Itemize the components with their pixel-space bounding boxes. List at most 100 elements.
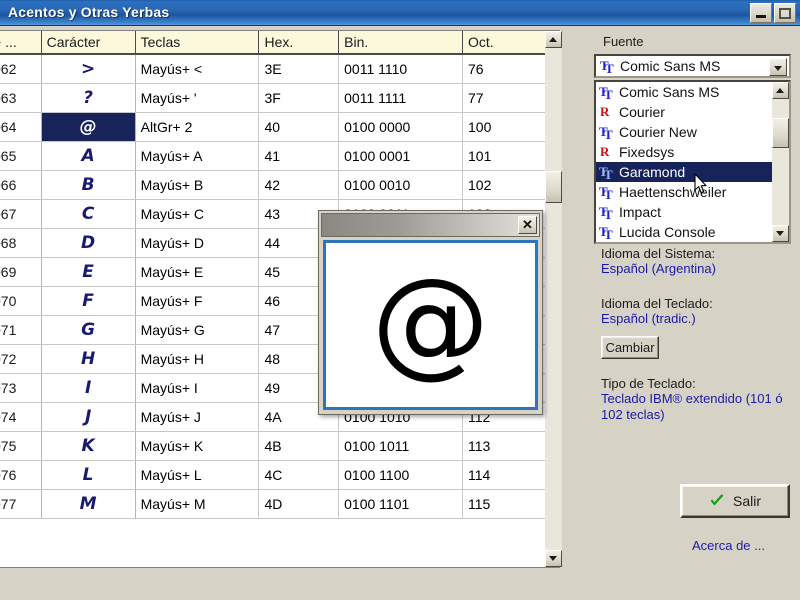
scroll-up-button[interactable]: [545, 31, 562, 48]
font-list-scrollbar[interactable]: [772, 82, 789, 242]
table-row[interactable]: 076LMayús+ L4C0100 1100114: [0, 460, 546, 490]
exit-button[interactable]: Salir: [680, 484, 790, 518]
cell-character: H: [41, 344, 136, 374]
table-row[interactable]: 077MMayús+ M4D0100 1101115: [0, 489, 546, 519]
cell-character: J: [41, 402, 136, 432]
table-row[interactable]: 062>Mayús+ <3E0011 111076: [0, 54, 546, 84]
window-title: Acentos y Otras Yerbas: [8, 4, 170, 20]
cell-keys: Mayús+ H: [135, 344, 260, 374]
table-row[interactable]: 066BMayús+ B420100 0010102: [0, 170, 546, 200]
cell-keys: Mayús+ ': [135, 83, 260, 113]
application-window: Acentos y Otras Yerbas + ... Carácter Te…: [0, 0, 800, 600]
cell-code: 074: [0, 402, 42, 432]
window-titlebar[interactable]: Acentos y Otras Yerbas: [0, 0, 800, 26]
cell-hex: 3E: [258, 54, 340, 84]
cell-keys: Mayús+ B: [135, 170, 260, 200]
truetype-icon: [599, 164, 614, 183]
cell-hex: 42: [258, 170, 340, 200]
font-option-label: Fixedsys: [619, 144, 675, 160]
cell-bin: 0100 0000: [338, 112, 463, 142]
preview-titlebar[interactable]: ✕: [321, 213, 540, 237]
table-header-row: + ... Carácter Teclas Hex. Bin. Oct.: [0, 31, 546, 55]
cell-code: 066: [0, 170, 42, 200]
font-option-label: Courier: [619, 104, 665, 120]
cell-hex: 4B: [258, 431, 340, 461]
font-option-item[interactable]: Lucida Console: [596, 222, 772, 243]
cell-code: 071: [0, 315, 42, 345]
column-header-hex[interactable]: Hex.: [258, 31, 340, 55]
keyboard-language-label: Idioma del Teclado:: [601, 296, 713, 311]
cell-code: 063: [0, 83, 42, 113]
truetype-icon: [599, 224, 614, 243]
font-option-container: Comic Sans MS Courier Courier New Fixedsys G…: [596, 82, 772, 242]
keyboard-type-block: Tipo de Teclado: Teclado IBM® extendido …: [601, 376, 793, 424]
cell-code: 072: [0, 344, 42, 374]
column-header-character[interactable]: Carácter: [41, 31, 136, 55]
cell-code: 069: [0, 257, 42, 287]
cell-code: 076: [0, 460, 42, 490]
chevron-up-icon: [776, 88, 784, 93]
font-dropdown-list[interactable]: Comic Sans MS Courier Courier New Fixedsys G…: [594, 80, 791, 244]
font-list-scroll-down-button[interactable]: [772, 225, 789, 242]
system-language-label: Idioma del Sistema:: [601, 246, 716, 261]
font-option-label: Comic Sans MS: [619, 84, 720, 100]
cell-keys: Mayús+ D: [135, 228, 260, 258]
cell-oct: 100: [462, 112, 546, 142]
font-list-scroll-up-button[interactable]: [772, 82, 789, 99]
font-option-item[interactable]: Haettenschweiler: [596, 182, 772, 203]
font-option-item[interactable]: Garamond: [596, 162, 772, 183]
table-scrollbar[interactable]: [545, 31, 562, 567]
cell-character: E: [41, 257, 136, 287]
cell-code: 070: [0, 286, 42, 316]
cell-oct: 101: [462, 141, 546, 171]
font-option-item[interactable]: Comic Sans MS: [596, 82, 772, 103]
cell-character: I: [41, 373, 136, 403]
font-option-label: Haettenschweiler: [619, 184, 727, 200]
cell-hex: 3F: [258, 83, 340, 113]
table-row[interactable]: 075KMayús+ K4B0100 1011113: [0, 431, 546, 461]
cell-oct: 113: [462, 431, 546, 461]
chevron-down-icon[interactable]: [769, 58, 787, 76]
cell-code: 075: [0, 431, 42, 461]
font-combobox[interactable]: Comic Sans MS: [594, 54, 791, 78]
cell-code: 077: [0, 489, 42, 519]
minimize-button[interactable]: [750, 3, 772, 23]
close-icon[interactable]: ✕: [518, 216, 537, 234]
scroll-down-button[interactable]: [545, 550, 562, 567]
raster-font-icon: [599, 144, 614, 160]
cell-bin: 0011 1110: [338, 54, 463, 84]
font-list-scrollbar-thumb[interactable]: [772, 118, 789, 148]
font-option-label: Impact: [619, 204, 662, 220]
cell-character: K: [41, 431, 136, 461]
table-row[interactable]: 065AMayús+ A410100 0001101: [0, 141, 546, 171]
character-preview-window[interactable]: ✕ @: [318, 210, 543, 415]
font-option-item[interactable]: Courier: [596, 102, 772, 122]
column-header-code[interactable]: + ...: [0, 31, 42, 55]
column-header-oct[interactable]: Oct.: [462, 31, 546, 55]
table-row[interactable]: 063?Mayús+ '3F0011 111177: [0, 83, 546, 113]
chevron-down-icon: [776, 231, 784, 236]
cell-code: 064: [0, 112, 42, 142]
about-link[interactable]: Acerca de ...: [692, 538, 765, 553]
truetype-icon: [600, 58, 615, 77]
change-keyboard-button[interactable]: Cambiar: [601, 336, 659, 359]
cell-keys: Mayús+ I: [135, 373, 260, 403]
cell-code: 062: [0, 54, 42, 84]
font-option-item[interactable]: Impact: [596, 202, 772, 223]
cell-bin: 0100 0001: [338, 141, 463, 171]
cell-keys: Mayús+ K: [135, 431, 260, 461]
font-option-item[interactable]: Fixedsys: [596, 142, 772, 162]
column-header-bin[interactable]: Bin.: [338, 31, 463, 55]
keyboard-type-value: Teclado IBM® extendido (101 ó 102 teclas…: [601, 391, 783, 423]
cell-character: >: [41, 54, 136, 84]
table-row[interactable]: 064@AltGr+ 2400100 0000100: [0, 112, 546, 142]
font-option-label: Courier New: [619, 124, 697, 140]
maximize-button[interactable]: [774, 3, 796, 23]
scrollbar-thumb[interactable]: [545, 171, 562, 203]
truetype-icon: [599, 84, 614, 103]
column-header-keys[interactable]: Teclas: [135, 31, 260, 55]
preview-glyph: @: [371, 252, 490, 390]
font-option-item[interactable]: Courier New: [596, 122, 772, 143]
system-language-value: Español (Argentina): [601, 261, 716, 276]
cell-character: A: [41, 141, 136, 171]
